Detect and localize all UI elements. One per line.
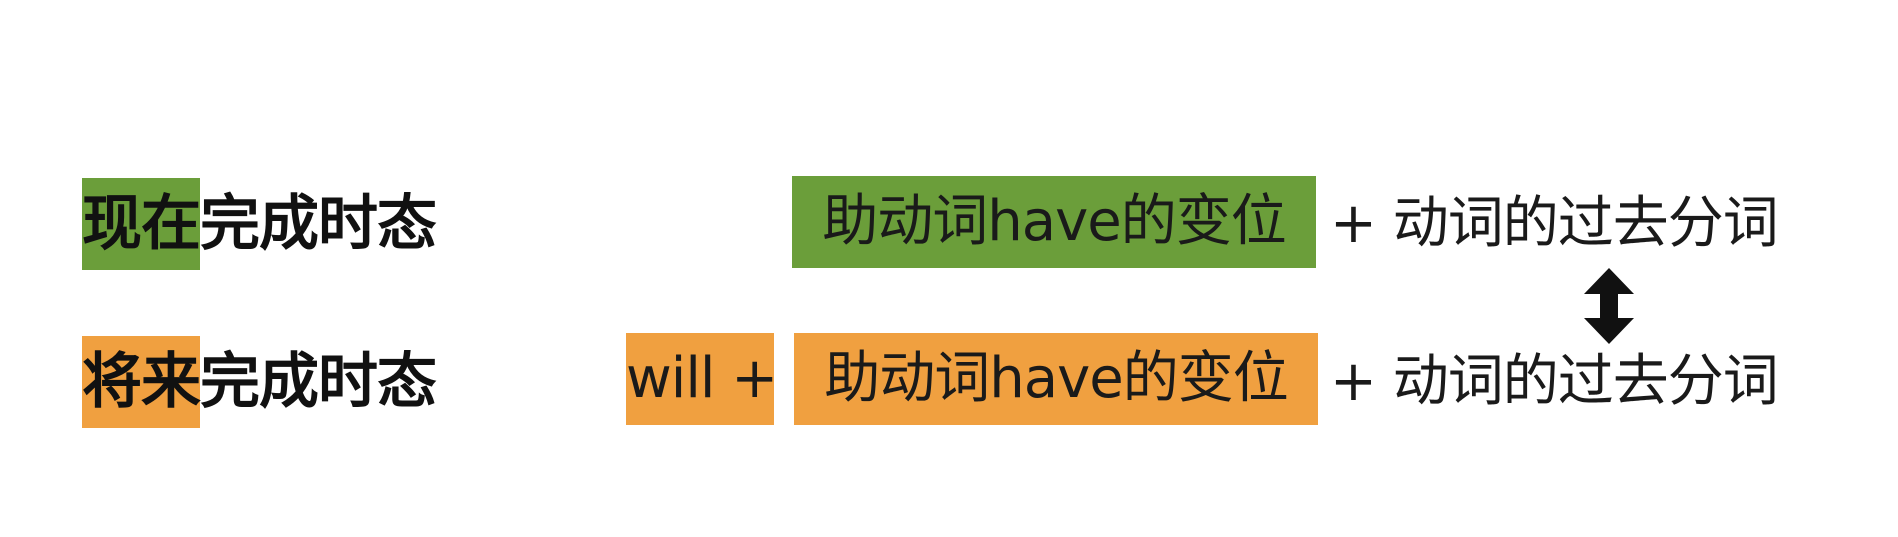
- row2-aux-box: 助动词have的变位: [794, 333, 1318, 425]
- row1-label-rest: 完成时态: [200, 189, 437, 259]
- row2-label: 将来完成时态: [82, 336, 437, 428]
- double-headed-vertical-arrow-icon: [1584, 268, 1634, 344]
- row1-tail: + 动词的过去分词: [1330, 191, 1779, 256]
- row2-will-box: will +: [626, 333, 774, 425]
- row1-aux-box: 助动词have的变位: [792, 176, 1316, 268]
- row2-label-rest: 完成时态: [200, 347, 437, 417]
- row2-label-highlight: 将来: [82, 336, 201, 428]
- row2-tail: + 动词的过去分词: [1330, 349, 1779, 414]
- row1-label: 现在完成时态: [82, 178, 437, 270]
- row1-label-highlight: 现在: [82, 178, 201, 270]
